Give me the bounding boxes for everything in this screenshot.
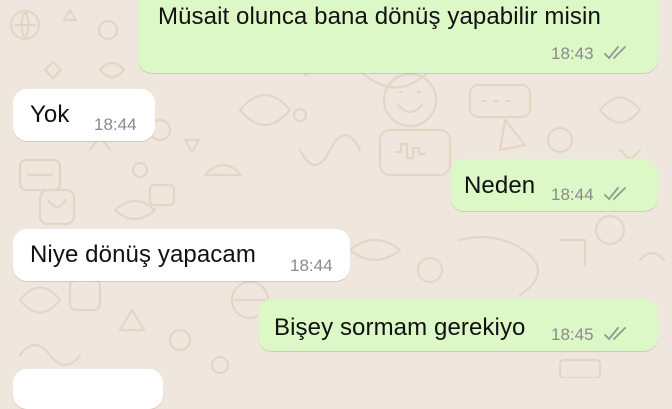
message-timestamp: 18:44 xyxy=(290,256,333,275)
message-text: Yok xyxy=(30,101,70,128)
read-double-check-icon xyxy=(604,187,626,201)
message-timestamp: 18:44 xyxy=(551,185,594,204)
message-timestamp: 18:45 xyxy=(551,325,594,344)
message-bubble-outgoing[interactable]: Neden 18:44 xyxy=(450,159,658,211)
message-bubble-outgoing[interactable]: Bişey sormam gerekiyo 18:45 xyxy=(258,299,658,351)
message-bubble-incoming-partial[interactable] xyxy=(13,369,163,409)
message-timestamp: 18:44 xyxy=(94,115,137,134)
read-double-check-icon xyxy=(604,46,626,60)
message-bubble-outgoing[interactable]: Müsait olunca bana dönüş yapabilir misin… xyxy=(138,0,658,73)
message-text: Neden xyxy=(464,172,536,199)
message-bubble-incoming[interactable]: Yok 18:44 xyxy=(13,89,155,141)
read-double-check-icon xyxy=(604,327,626,341)
message-text: Niye dönüş yapacam xyxy=(30,241,256,268)
message-text: Müsait olunca bana dönüş yapabilir misin xyxy=(158,3,601,30)
message-text: Bişey sormam gerekiyo xyxy=(274,314,526,341)
message-bubble-incoming[interactable]: Niye dönüş yapacam 18:44 xyxy=(13,229,350,281)
message-timestamp: 18:43 xyxy=(551,44,594,63)
